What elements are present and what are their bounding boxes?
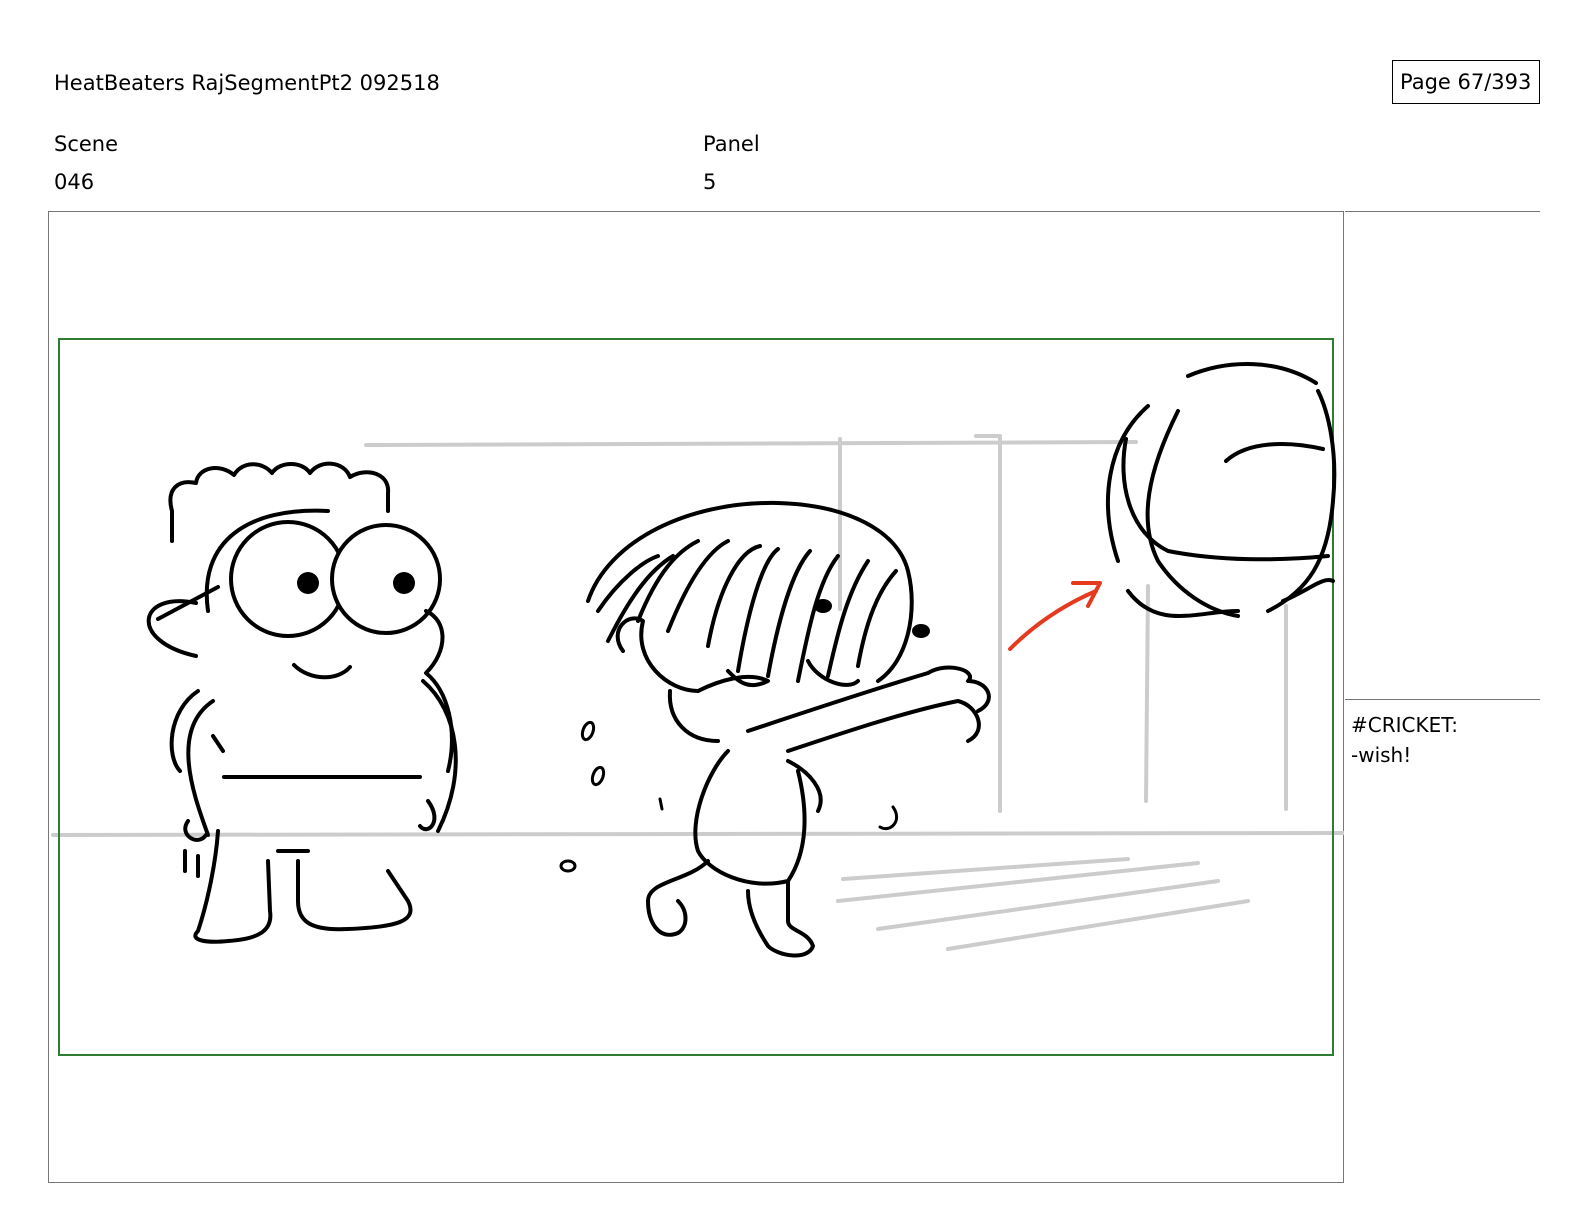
cricket-character <box>586 500 991 958</box>
scene-number: 046 <box>54 170 95 194</box>
dialogue-speaker: #CRICKET: <box>1351 713 1458 737</box>
dialogue-notes: #CRICKET: -wish! <box>1351 710 1458 770</box>
page-counter-label: Page 67/393 <box>1400 70 1532 94</box>
scene-label: Scene <box>54 132 119 156</box>
panel-label: Panel <box>703 132 760 156</box>
document-title: HeatBeaters RajSegmentPt2 092518 <box>54 71 440 95</box>
page-counter: Page 67/393 <box>1392 60 1540 104</box>
header-divider <box>1345 211 1540 212</box>
safe-area-frame <box>58 338 1334 1056</box>
sweat-drops <box>559 720 899 873</box>
boy-character <box>146 461 458 944</box>
dialogue-line: -wish! <box>1351 743 1412 767</box>
notes-divider <box>1345 699 1540 700</box>
motion-arrow <box>1008 581 1102 651</box>
storyboard-drawing <box>51 338 1344 1056</box>
basketball <box>1106 362 1337 618</box>
panel-number: 5 <box>703 170 717 194</box>
